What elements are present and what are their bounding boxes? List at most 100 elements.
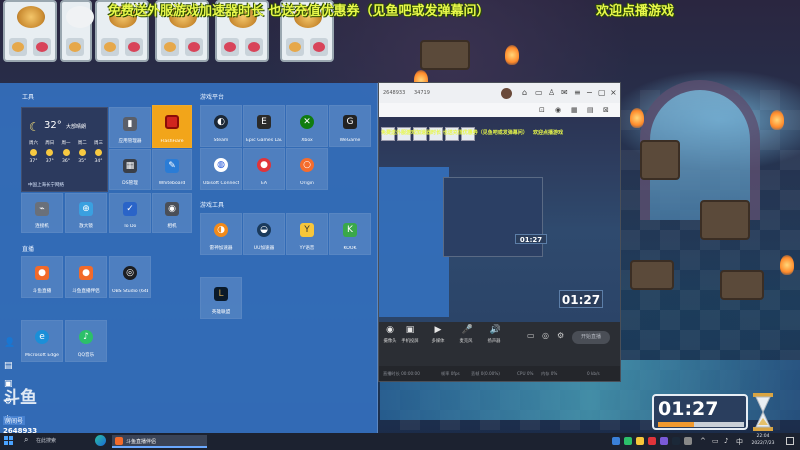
tray-app-icon[interactable] [612,437,620,445]
maximize-icon[interactable]: ▢ [598,87,606,99]
bag-icon[interactable]: ▭ [535,87,543,99]
tile-ubisoft[interactable]: ◍ Ubisoft Connect [200,148,242,190]
tile-kook[interactable]: K KOOK [329,213,371,255]
tray-app-icon[interactable] [660,437,668,445]
meat-icon [185,38,203,56]
obs-icon: ◎ [123,266,137,280]
record-icon[interactable]: ▭ [527,330,535,342]
stream-controls: ◉ 摄像头 ▣ 手机投屏 ▶ 多媒体 🎤 麦克风 🔊 扬声器 ▭ ◎ ⚙ 开始直… [379,322,620,366]
nested-timer: 01:27 [515,234,547,244]
start-rail: 👤 ▤ ▣ ⚙ ⏻ [0,83,20,433]
windows-start-icon[interactable] [4,436,14,446]
stream-companion-window: 2648933 34719 ⌂ ▭ ♙ ✉ ≡ − ▢ × ⊡ ◉ ▦ ▤ ⊠ … [378,82,621,382]
stream-preview[interactable]: 免费送外服游戏加速器时长 也送充值优惠券（见鱼吧或发弹幕问） 欢迎点播游戏 01… [379,117,620,322]
weather-forecast: 周六 37° 周日 37° 周一 36° 周二 35° 周三 34° [26,140,106,176]
taskbar-search-label[interactable]: 在此搜索 [36,437,56,444]
tile-flashfiare[interactable]: FlashFiare [152,105,192,148]
weather-tile[interactable]: ☾ 32° 大部晴朗 周六 37° 周日 37° 周一 36° 周二 35° 周三 34°… [21,107,108,192]
tile-xbox[interactable]: ✕ Xbox [286,105,328,147]
network-icon[interactable]: ▭ [712,437,720,445]
magnifier-icon: ⊕ [79,202,93,217]
flashfiare-icon [165,115,179,130]
lock-icon[interactable]: ⊡ [539,104,545,116]
whiteboard-icon: ✎ [165,158,179,173]
tile-wegame[interactable]: G WeGame [329,105,371,147]
bun-icon [101,38,119,56]
tray-app-icon[interactable] [684,437,692,445]
tile-yy[interactable]: Y YY语音 [286,213,328,255]
avatar[interactable] [501,88,512,99]
ime-icon[interactable]: 中 [736,437,744,446]
taskbar-date[interactable]: 2022/7/23 [748,441,778,446]
app-manager-icon: ▮ [123,116,137,131]
phone-cast-button[interactable]: ▣ 手机投屏 [399,325,421,345]
game-counter [420,40,470,70]
pin-icon[interactable]: ⊠ [603,104,609,116]
document-icon[interactable]: ▤ [4,361,16,371]
tile-obs[interactable]: ◎ OBS Studio (64bit) [109,256,151,298]
user-icon[interactable]: 👤 [4,338,16,348]
tile-accelerator[interactable]: ◑ 雷神加速器 [200,213,242,255]
volume-icon[interactable]: ♪ [724,437,732,445]
shirt-icon[interactable]: ♙ [548,87,555,99]
tile-douyu-companion[interactable]: ● 斗鱼直播伴侣 [65,256,107,298]
mail-icon[interactable]: ✉ [561,87,568,99]
yy-icon: Y [300,223,314,237]
tile-qq-music[interactable]: ♪ QQ音乐 [65,320,107,362]
status-fps: 帧率 0fps [441,371,460,376]
gear-icon[interactable]: ⚙ [557,330,564,342]
start-live-button[interactable]: 开始直播 [572,331,610,344]
tile-magnifier[interactable]: ⊕ 放大镜 [65,193,107,233]
tile-ds[interactable]: ▦ DS管理 [109,149,151,190]
douyu-icon: ● [35,266,49,280]
moon-icon: ☾ [29,120,40,134]
view-icon[interactable]: ◎ [542,330,549,342]
tray-app-icon[interactable] [672,437,680,445]
torch-icon [630,108,644,128]
tile-edge[interactable]: e Microsoft Edge [21,320,63,362]
tile-usb[interactable]: ⌁ 连接机 [21,193,63,233]
menu-icon[interactable]: ≡ [574,87,581,99]
tile-douyu-live[interactable]: ● 斗鱼直播 [21,256,63,298]
group-title-tools: 游戏工具 [200,202,225,209]
game-counter [640,140,680,180]
tile-epic[interactable]: E Epic Games Launcher [243,105,285,147]
status-duration: 直播时长 00:00:00 [383,371,420,376]
microphone-button[interactable]: 🎤 麦克风 [455,326,477,345]
tile-app-manager[interactable]: ▮ 应用管理器 [109,107,151,148]
taskbar-time[interactable]: 22:04 [748,434,778,439]
epic-icon: E [257,115,271,129]
eye-icon[interactable]: ◉ [555,104,561,116]
meat-icon [125,38,143,56]
tile-steam[interactable]: ◐ Steam [200,105,242,147]
stack-icon[interactable]: ▤ [587,104,594,116]
tile-camera[interactable]: ◉ 相机 [152,193,192,233]
notification-icon[interactable] [786,437,794,445]
close-icon[interactable]: × [610,87,617,99]
forecast-day: 周六 37° [29,141,38,164]
tray-app-icon[interactable] [636,437,644,445]
sun-icon [46,149,54,156]
speaker-button[interactable]: 🔊 扬声器 [483,326,505,345]
status-memory: 内存 0% [541,371,558,376]
chevron-up-icon[interactable]: ^ [700,437,708,445]
grid-icon[interactable]: ▦ [571,104,578,116]
search-icon[interactable]: ⌕ [24,435,28,445]
edge-icon[interactable] [95,435,106,446]
tile-whiteboard[interactable]: ✎ Whiteboard [152,149,192,190]
tile-todo[interactable]: ✓ To Do [109,193,151,233]
gift-icon[interactable]: ⌂ [522,87,527,99]
tray-app-icon[interactable] [624,437,632,445]
wegame-icon: G [343,115,357,129]
tile-origin[interactable]: ○ Origin [286,148,328,190]
media-button[interactable]: ▶ 多媒体 [427,326,449,345]
taskbar-app-douyu[interactable]: 斗鱼直播伴侣 [112,435,207,448]
phone-cast-icon: ▣ [405,325,415,335]
tile-uu[interactable]: ◒ UU加速器 [243,213,285,255]
timer-value: 01:27 [658,398,719,420]
tray-app-icon[interactable] [648,437,656,445]
tile-lol[interactable]: L 英雄联盟 [200,277,242,319]
tile-ea[interactable]: ● EA [243,148,285,190]
minimize-icon[interactable]: − [586,87,593,99]
camera-button[interactable]: ◉ 摄像头 [379,326,401,345]
